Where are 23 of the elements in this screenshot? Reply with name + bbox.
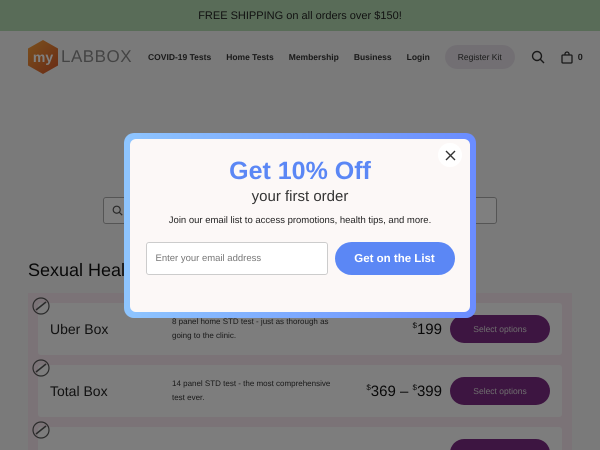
modal-title: Get 10% Off	[229, 157, 371, 186]
register-kit-button[interactable]: Register Kit	[444, 45, 515, 69]
product-price: $^{$}$199	[412, 320, 443, 338]
section-heading: Sexual Heal	[28, 260, 126, 281]
nav-link[interactable]: Business	[354, 52, 392, 62]
select-options-button[interactable]: Select options	[450, 315, 550, 343]
cart-count: 0	[578, 52, 583, 62]
email-input[interactable]: Enter your email address	[146, 242, 328, 275]
shipping-banner: FREE SHIPPING on all orders over $150!	[0, 0, 600, 31]
product-price: $^{$}$369 – $^{$}$399	[365, 382, 443, 400]
modal-text: Join our email list to access promotions, health tips, and more.	[168, 215, 432, 226]
logo-badge[interactable]: my	[28, 40, 58, 74]
get-on-the-list-button[interactable]: Get on the List	[334, 242, 454, 275]
product-description: 14 panel STD test - the most comprehensive test ever.	[172, 378, 332, 404]
product-name[interactable]: Total Box	[50, 383, 172, 399]
product-description: 8 panel home STD test - just as thorough as going to the clinic.	[172, 316, 330, 342]
modal-subtitle: your first order	[252, 188, 348, 205]
product-name[interactable]: Uber Box	[50, 321, 172, 337]
nav-link[interactable]: Login	[406, 52, 430, 62]
select-options-button[interactable]: Select options	[450, 377, 550, 405]
nav-link[interactable]: COVID-19 Tests	[148, 52, 212, 62]
nav-link[interactable]: Home Tests	[226, 52, 274, 62]
nav-link[interactable]: Membership	[288, 52, 339, 62]
